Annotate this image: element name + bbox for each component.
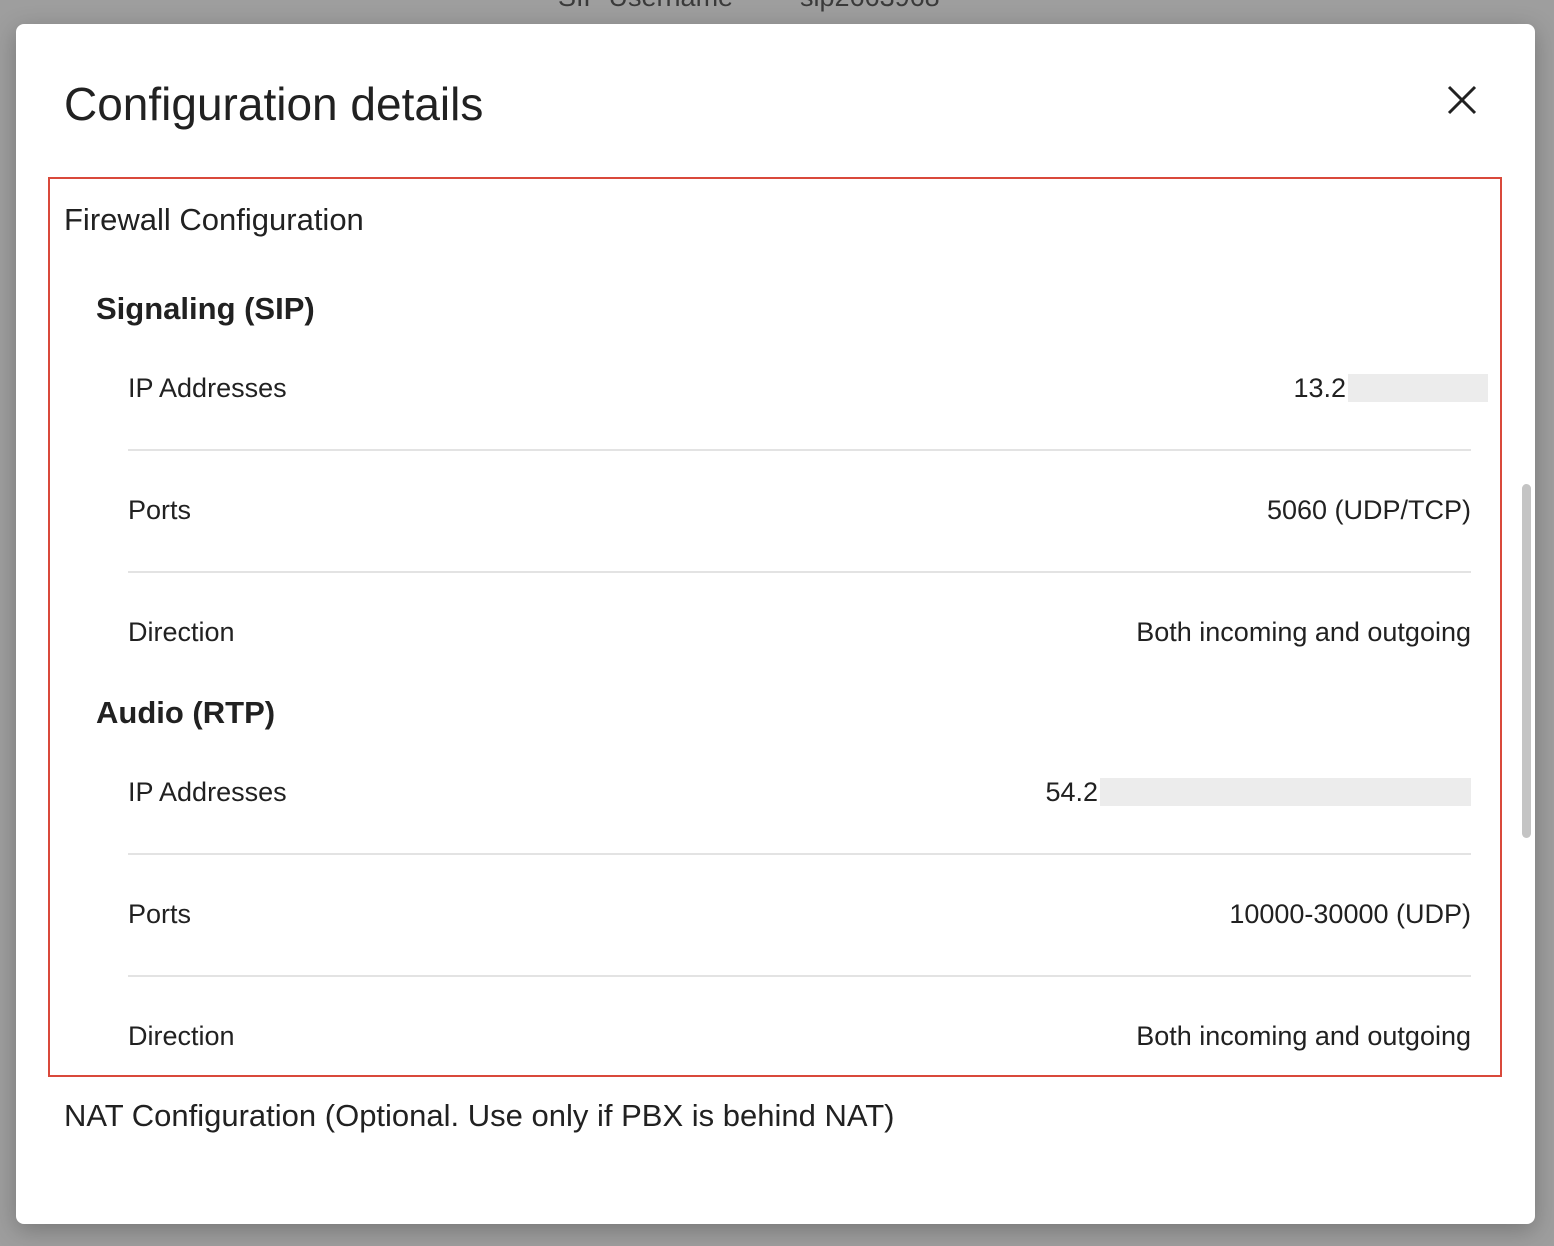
rtp-ip-addresses-text: 54.2 [1045, 777, 1098, 807]
sip-ports-label: Ports [128, 495, 192, 525]
row-divider [128, 975, 1471, 977]
rtp-direction-value: Both incoming and outgoing [1136, 1021, 1471, 1051]
firewall-configuration-heading: Firewall Configuration [64, 202, 364, 237]
row-divider [128, 449, 1471, 451]
signaling-sip-heading: Signaling (SIP) [96, 291, 315, 326]
rtp-ip-addresses-value: 54.2 [1045, 774, 1471, 810]
background-sip-username-value: sip2663968 [800, 0, 940, 13]
row-divider [128, 853, 1471, 855]
sip-ports-value: 5060 (UDP/TCP) [1266, 495, 1471, 525]
sip-ip-addresses-text: 13.2 [1293, 373, 1346, 403]
sip-ip-addresses-label: IP Addresses [128, 373, 287, 403]
audio-rtp-heading: Audio (RTP) [96, 695, 276, 730]
rtp-ports-label: Ports [128, 899, 192, 929]
row-divider [128, 571, 1471, 573]
nat-configuration-heading: NAT Configuration (Optional. Use only if… [64, 1098, 895, 1133]
redacted-block [1100, 778, 1471, 806]
redacted-block [1348, 374, 1488, 402]
close-button[interactable] [1436, 74, 1488, 126]
rtp-ports-value: 10000-30000 (UDP) [1229, 899, 1471, 929]
configuration-dialog: Configuration details Firewall Configura… [16, 24, 1535, 1224]
rtp-direction-label: Direction [128, 1021, 235, 1051]
background-sip-username-label: SIP Username [558, 0, 733, 13]
rtp-ip-addresses-label: IP Addresses [128, 777, 287, 807]
sip-direction-label: Direction [128, 617, 235, 647]
dialog-scrollbar[interactable] [1522, 484, 1531, 838]
close-icon [1447, 85, 1477, 115]
dialog-title: Configuration details [64, 78, 484, 130]
sip-direction-value: Both incoming and outgoing [1136, 617, 1471, 647]
sip-ip-addresses-value: 13.2 [1293, 370, 1488, 406]
